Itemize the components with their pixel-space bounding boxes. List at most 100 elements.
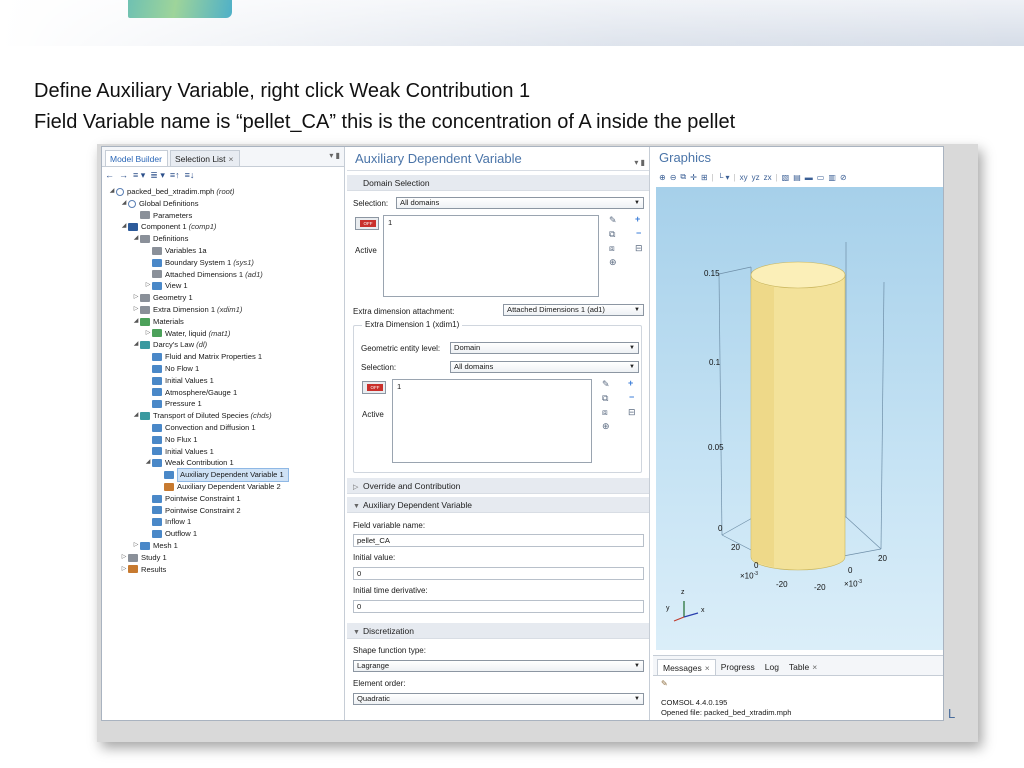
tab-table[interactable]: Table × xyxy=(784,659,822,675)
tree-expander-icon[interactable]: ▷ xyxy=(132,304,140,316)
tree-expander-icon[interactable]: ◢ xyxy=(120,198,128,210)
tree-item[interactable]: Pressure 1 xyxy=(102,398,344,410)
domain-selection-list[interactable]: 1 xyxy=(383,215,599,297)
tree-expander-icon[interactable]: ◢ xyxy=(120,221,128,233)
graphics-toolbar-icon[interactable]: └ ▾ xyxy=(718,173,730,182)
remove-from-selection-icon[interactable]: − xyxy=(636,228,641,238)
tree-item[interactable]: ◢ Materials xyxy=(102,316,344,328)
tree-expander-icon[interactable]: ▷ xyxy=(144,280,152,292)
section-aux-dependent-variable[interactable]: ▼ Auxiliary Dependent Variable xyxy=(347,497,649,513)
clear-selection-icon[interactable]: ⊟ xyxy=(628,407,636,418)
tree-toolbar-icon[interactable]: ≡↓ xyxy=(185,170,195,180)
tab-selection-list[interactable]: Selection List × xyxy=(169,150,240,166)
remove-from-selection-icon[interactable]: − xyxy=(629,392,634,402)
domain-list-item[interactable]: 1 xyxy=(388,218,594,227)
tree-item[interactable]: Initial Values 1 xyxy=(102,375,344,387)
tree-item[interactable]: Outflow 1 xyxy=(102,528,344,540)
graphics-toolbar-icon[interactable]: ⧉ xyxy=(680,172,686,182)
tree-toolbar-icon[interactable]: ≡↑ xyxy=(170,170,180,180)
tree-expander-icon[interactable]: ◢ xyxy=(132,410,140,422)
tree-item[interactable]: ◢ packed_bed_xtradim.mph (root) xyxy=(102,186,344,198)
tree-expander-icon[interactable]: ◢ xyxy=(132,339,140,351)
tree-item[interactable]: No Flux 1 xyxy=(102,434,344,446)
graphics-toolbar-icon[interactable]: ✛ xyxy=(690,173,697,182)
element-order-dropdown[interactable]: Quadratic ▼ xyxy=(353,693,644,705)
tree-item[interactable]: ▷ View 1 xyxy=(102,280,344,292)
paste-selection-icon[interactable]: ✎ xyxy=(602,379,610,390)
selection-dropdown[interactable]: All domains ▼ xyxy=(396,197,644,209)
tree-expander-icon[interactable]: ▷ xyxy=(132,292,140,304)
clear-selection-icon[interactable]: ⊟ xyxy=(635,243,643,254)
tree-item[interactable]: Variables 1a xyxy=(102,245,344,257)
graphics-toolbar-icon[interactable]: ⊘ xyxy=(840,173,847,182)
tree-expander-icon[interactable]: ◢ xyxy=(144,457,152,469)
section-domain-selection[interactable]: Domain Selection xyxy=(347,175,649,191)
tree-expander-icon[interactable]: ◢ xyxy=(132,233,140,245)
tree-item-selected[interactable]: Auxiliary Dependent Variable 1 xyxy=(102,468,344,482)
tree-item[interactable]: Inflow 1 xyxy=(102,516,344,528)
paste-icon[interactable]: ⧈ xyxy=(602,407,608,418)
tree-expander-icon[interactable]: ▷ xyxy=(120,552,128,564)
tree-toolbar-icon[interactable]: ≣ ▾ xyxy=(150,170,165,181)
tree-item[interactable]: Pointwise Constraint 1 xyxy=(102,493,344,505)
tree-toolbar-icon[interactable]: ≡ ▾ xyxy=(133,170,145,181)
graphics-toolbar-icon[interactable]: ▥ xyxy=(828,173,836,182)
tree-item[interactable]: ▷ Results xyxy=(102,564,344,576)
tree-item[interactable]: ◢ Darcy's Law (dl) xyxy=(102,339,344,351)
paste-selection-icon[interactable]: ✎ xyxy=(609,215,617,226)
zoom-to-selection-icon[interactable]: ⊕ xyxy=(602,421,610,432)
group-list-item[interactable]: 1 xyxy=(397,382,587,391)
zoom-to-selection-icon[interactable]: ⊕ xyxy=(609,257,617,268)
shape-function-dropdown[interactable]: Lagrange ▼ xyxy=(353,660,644,672)
section-discretization[interactable]: ▼ Discretization xyxy=(347,623,649,639)
tree-expander-icon[interactable]: ▷ xyxy=(144,328,152,340)
copy-selection-icon[interactable]: ⧉ xyxy=(602,393,608,404)
initial-deriv-input[interactable]: 0 xyxy=(353,600,644,613)
section-override-contribution[interactable]: ▷ Override and Contribution xyxy=(347,478,649,494)
tree-item[interactable]: ▷ Mesh 1 xyxy=(102,540,344,552)
tab-messages[interactable]: Messages × xyxy=(657,659,716,675)
group-active-toggle-button[interactable]: OFF xyxy=(362,381,386,394)
graphics-toolbar-icon[interactable]: ⊞ xyxy=(701,173,708,182)
paste-icon[interactable]: ⧈ xyxy=(609,243,615,254)
tree-item[interactable]: ◢ Global Definitions xyxy=(102,198,344,210)
tab-model-builder[interactable]: Model Builder xyxy=(105,150,168,166)
graphics-toolbar-icon[interactable]: ⊖ xyxy=(670,173,677,182)
geo-level-dropdown[interactable]: Domain ▼ xyxy=(450,342,639,354)
tree-expander-icon[interactable]: ▷ xyxy=(132,540,140,552)
graphics-toolbar-icon[interactable]: ▧ xyxy=(782,173,790,182)
close-icon[interactable]: × xyxy=(705,663,710,673)
tree-item[interactable]: Attached Dimensions 1 (ad1) xyxy=(102,269,344,281)
tree-item[interactable]: ▷ Water, liquid (mat1) xyxy=(102,328,344,340)
tree-item[interactable]: ▷ Extra Dimension 1 (xdim1) xyxy=(102,304,344,316)
tree-expander-icon[interactable]: ◢ xyxy=(132,316,140,328)
add-to-selection-icon[interactable]: + xyxy=(635,214,640,224)
graphics-canvas[interactable]: 0.15 0.1 0.05 0 20 0 ×10-3 -20 20 0 -20 … xyxy=(656,187,943,650)
tree-item[interactable]: ◢ Transport of Diluted Species (chds) xyxy=(102,410,344,422)
tree-item[interactable]: Pointwise Constraint 2 xyxy=(102,505,344,517)
tree-item[interactable]: Initial Values 1 xyxy=(102,446,344,458)
initial-value-input[interactable]: 0 xyxy=(353,567,644,580)
graphics-toolbar-icon[interactable]: ▬ xyxy=(805,173,813,182)
close-icon[interactable]: × xyxy=(229,154,234,164)
clear-messages-icon[interactable]: ✎ xyxy=(661,679,668,688)
group-selection-dropdown[interactable]: All domains ▼ xyxy=(450,361,639,373)
tab-progress[interactable]: Progress xyxy=(716,659,760,675)
add-to-selection-icon[interactable]: + xyxy=(628,378,633,388)
pane-menu-icon[interactable]: ▾ ▮ xyxy=(329,151,340,160)
tree-item[interactable]: ◢ Component 1 (comp1) xyxy=(102,221,344,233)
tree-item[interactable]: ▷ Geometry 1 xyxy=(102,292,344,304)
extra-dim-dropdown[interactable]: Attached Dimensions 1 (ad1) ▼ xyxy=(503,304,644,316)
tree-toolbar-icon[interactable]: → xyxy=(119,170,128,180)
close-icon[interactable]: × xyxy=(812,662,817,672)
group-selection-list[interactable]: 1 xyxy=(392,379,592,463)
tree-item[interactable]: Boundary System 1 (sys1) xyxy=(102,257,344,269)
tree-expander-icon[interactable]: ▷ xyxy=(120,564,128,576)
tree-expander-icon[interactable]: ◢ xyxy=(108,186,116,198)
tree-item[interactable]: ▷ Study 1 xyxy=(102,552,344,564)
tree-item[interactable]: Auxiliary Dependent Variable 2 xyxy=(102,481,344,493)
copy-selection-icon[interactable]: ⧉ xyxy=(609,229,615,240)
graphics-toolbar-icon[interactable]: ▤ xyxy=(793,173,801,182)
graphics-toolbar-icon[interactable]: ⊕ xyxy=(659,173,666,182)
tree-item[interactable]: Convection and Diffusion 1 xyxy=(102,422,344,434)
